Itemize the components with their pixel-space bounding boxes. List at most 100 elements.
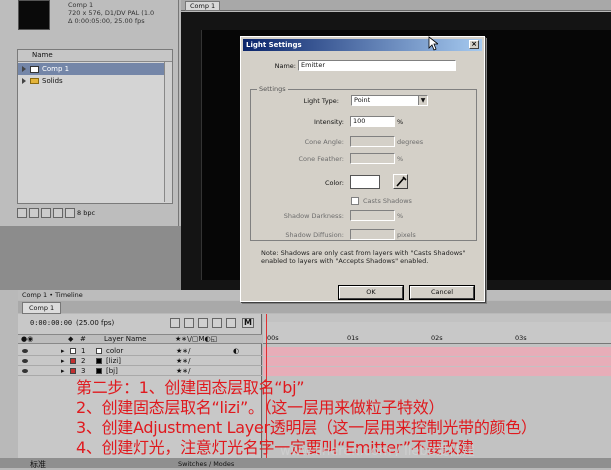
project-item-solids[interactable]: Solids [18, 75, 172, 87]
switches-icons[interactable]: ★∗/ [176, 347, 191, 356]
motion-blur-icon[interactable] [226, 318, 236, 328]
switches-icons[interactable]: ★∗/ [176, 367, 191, 376]
bottom-status-bar [0, 458, 611, 468]
tab-comp-viewer[interactable]: Comp 1 [185, 1, 221, 11]
tab-timeline-comp[interactable]: Comp 1 [22, 302, 62, 314]
timeline-tab-bar: Comp 1 [18, 301, 611, 314]
eye-icon[interactable] [22, 359, 28, 363]
casts-shadows-checkbox[interactable] [351, 197, 359, 205]
casts-shadows-label: Casts Shadows [363, 197, 412, 205]
comp-info-name: Comp 1 [68, 1, 94, 9]
label-color-swatch[interactable] [70, 348, 76, 354]
interpret-footage-icon[interactable] [17, 208, 27, 218]
layer-row-1[interactable]: ▸ 1 color ★∗/ ◐ [18, 347, 262, 356]
draft-3d-icon[interactable] [198, 318, 208, 328]
expand-arrow-icon[interactable] [22, 78, 26, 84]
light-type-select[interactable]: Point ▼ [351, 95, 428, 106]
light-type-label: Light Type: [303, 97, 339, 105]
label-color-swatch[interactable] [70, 358, 76, 364]
layer-number: 2 [81, 357, 86, 365]
layer-bar-3[interactable] [263, 367, 611, 376]
dialog-title-bar[interactable]: Light Settings × [243, 39, 482, 51]
expand-arrow-icon[interactable]: ▸ [61, 357, 65, 366]
intensity-field[interactable]: 100 [350, 116, 395, 127]
cone-feather-label: Cone Feather: [298, 155, 344, 163]
switches-icons[interactable]: ★∗/ [176, 357, 191, 366]
close-icon[interactable]: × [469, 40, 479, 49]
layer-type-icon [96, 358, 102, 364]
project-item-label: Comp 1 [42, 65, 70, 73]
light-color-swatch[interactable] [350, 175, 380, 189]
label-color-swatch[interactable] [70, 368, 76, 374]
name-column-header[interactable]: Name [18, 50, 172, 62]
cone-angle-field [350, 136, 395, 147]
eyedropper-icon [396, 176, 407, 187]
project-item-comp[interactable]: Comp 1 [18, 63, 172, 75]
caption-line-3: 3、创建Adjustment Layer透明层（这一层用来控制光带的颜色） [76, 418, 537, 437]
intensity-label: Intensity: [313, 118, 344, 126]
shadow-darkness-field [350, 210, 395, 221]
av-switches-icon: ●◉ [21, 335, 34, 343]
adjustment-layer-icon[interactable]: ◐ [233, 347, 239, 356]
cone-angle-label: Cone Angle: [304, 138, 344, 146]
layer-row-2[interactable]: ▸ 2 [lizi] ★∗/ [18, 357, 262, 366]
new-comp-icon[interactable] [41, 208, 51, 218]
shadows-note: Note: Shadows are only cast from layers … [261, 249, 466, 265]
comp-info-size: 720 x 576, D1/DV PAL (1.0 [68, 9, 155, 17]
dialog-title: Light Settings [246, 41, 302, 49]
bottom-label: 标准 [30, 460, 46, 469]
ok-button[interactable]: OK [339, 286, 403, 299]
marker-icon[interactable]: M [242, 318, 254, 328]
chevron-down-icon[interactable]: ▼ [418, 96, 427, 105]
layer-name[interactable]: [bj] [106, 367, 118, 376]
layer-name[interactable]: color [106, 347, 123, 356]
frame-blending-icon[interactable] [212, 318, 222, 328]
layer-name[interactable]: [lizi] [106, 357, 121, 366]
ruler-tick: 00s [267, 334, 279, 342]
bit-depth-label[interactable]: 8 bpc [77, 209, 95, 217]
trash-icon[interactable] [53, 208, 63, 218]
ruler-tick: 03s [515, 334, 527, 342]
project-item-label: Solids [42, 77, 63, 85]
layer-row-3[interactable]: ▸ 3 [bj] ★∗/ [18, 367, 262, 376]
light-name-field[interactable]: Emitter [298, 60, 456, 71]
name-label: Name: [274, 62, 296, 70]
shadow-diffusion-label: Shadow Diffusion: [285, 231, 344, 239]
layer-bar-1[interactable] [263, 347, 611, 356]
cancel-button[interactable]: Cancel [410, 286, 474, 299]
project-list[interactable]: Name Comp 1 Solids [17, 49, 173, 204]
comp-thumbnail [18, 0, 50, 30]
layer-column-header: ●◉ ◆ # Layer Name ★∗\/▢M◐◱ [18, 334, 262, 344]
eyedropper-button[interactable] [393, 174, 408, 189]
panel-gap [0, 226, 181, 290]
expand-arrow-icon[interactable]: ▸ [61, 367, 65, 376]
switches-modes-toggle[interactable]: Switches / Modes [178, 460, 234, 468]
caption-line-2: 2、创建固态层取名“lizi”。（这一层用来做粒子特效） [76, 398, 445, 417]
shadow-diffusion-unit: pixels [397, 231, 416, 239]
project-panel: Comp 1 720 x 576, D1/DV PAL (1.0 Δ 0:00:… [0, 0, 179, 226]
color-depth-icon[interactable] [65, 208, 75, 218]
settings-group-label: Settings [257, 85, 288, 93]
layer-name-header[interactable]: Layer Name [104, 335, 146, 344]
current-time-display[interactable]: 0:00:00:00 [30, 319, 72, 327]
project-toolbar: 8 bpc [17, 208, 177, 220]
time-ruler[interactable]: 00s 01s 02s 03s [263, 322, 611, 344]
eye-icon[interactable] [22, 369, 28, 373]
project-scrollbar[interactable] [164, 62, 172, 202]
number-column-header: # [80, 335, 86, 343]
viewer-tab-bar: Comp 1 [181, 0, 611, 11]
expand-arrow-icon [22, 66, 26, 72]
intensity-unit: % [397, 118, 404, 126]
watermark-text: www.lineren.com / liebd爱性建 [280, 444, 475, 459]
live-update-icon[interactable] [184, 318, 194, 328]
new-folder-icon[interactable] [29, 208, 39, 218]
cone-feather-field [350, 153, 395, 164]
comp-flowchart-icon[interactable] [170, 318, 180, 328]
ruler-tick: 01s [347, 334, 359, 342]
expand-arrow-icon[interactable]: ▸ [61, 347, 65, 356]
caption-line-1: 第二步：1、创建固态层取名“bj” [76, 378, 305, 397]
eye-icon[interactable] [22, 349, 28, 353]
light-type-value: Point [354, 96, 371, 104]
layer-bar-2[interactable] [263, 357, 611, 366]
layer-number: 3 [81, 367, 86, 375]
